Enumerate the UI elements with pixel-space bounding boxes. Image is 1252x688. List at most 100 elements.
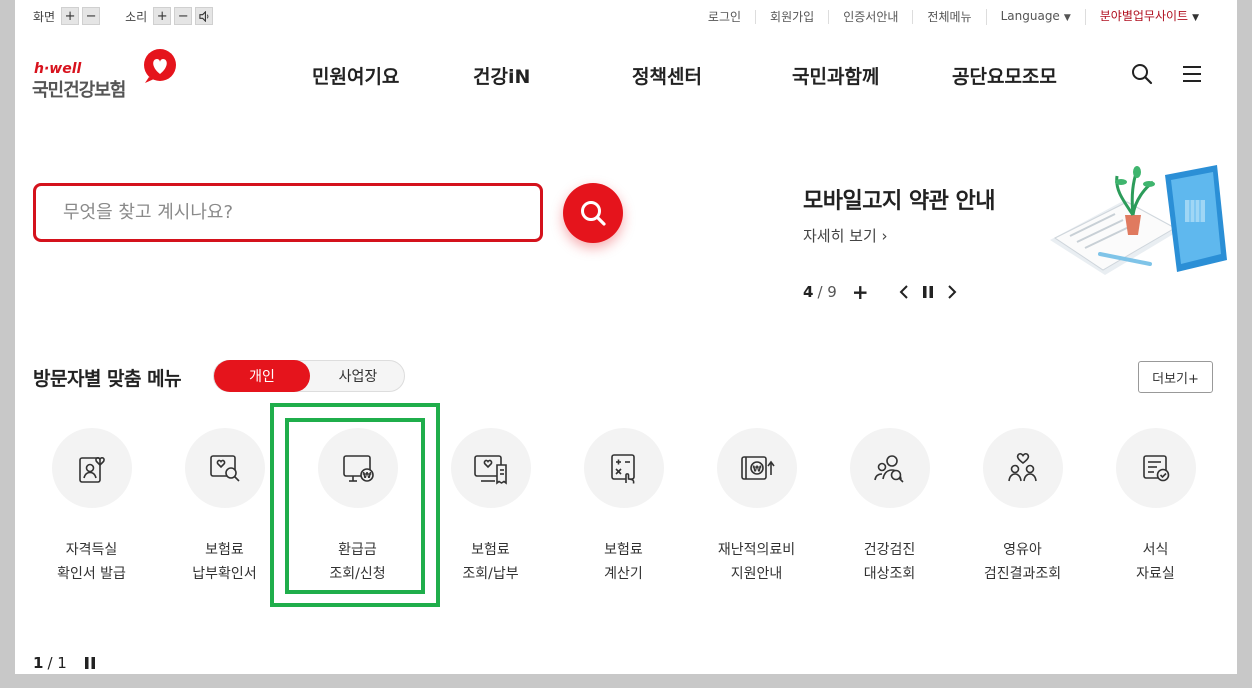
menu-item-refund[interactable]: ₩ 환급금 조회/신청 bbox=[291, 428, 424, 586]
menu-item-forms[interactable]: 서식 자료실 bbox=[1089, 428, 1222, 586]
certificate-guide-link[interactable]: 인증서안내 bbox=[828, 10, 912, 24]
family-heart-icon bbox=[1007, 452, 1037, 482]
menu-item-line2: 조회/납부 bbox=[462, 566, 519, 582]
menu-item-line2: 조회/신청 bbox=[329, 566, 386, 582]
menu-item-line2: 계산기 bbox=[604, 566, 643, 582]
sound-label: 소리 bbox=[125, 9, 148, 24]
menu-item-circle bbox=[1115, 428, 1196, 508]
banner-plus-button[interactable]: + bbox=[852, 280, 869, 304]
menu-item-line2: 지원안내 bbox=[730, 566, 783, 582]
svg-text:₩: ₩ bbox=[752, 465, 761, 474]
chevron-left-icon bbox=[899, 285, 908, 299]
menu-pause-button[interactable] bbox=[84, 657, 95, 669]
pause-icon bbox=[84, 657, 95, 669]
caret-down-icon: ▼ bbox=[1063, 13, 1071, 23]
menu-item-circle bbox=[849, 428, 930, 508]
people-search-icon bbox=[873, 455, 904, 483]
business-sites-label: 분야별업무사이트 bbox=[1099, 9, 1189, 23]
menu-item-premium-payment[interactable]: 보험료 조회/납부 bbox=[424, 428, 557, 586]
banner-title[interactable]: 모바일고지 약관 안내 bbox=[803, 183, 995, 215]
menu-item-line2: 검진결과조회 bbox=[983, 566, 1062, 582]
calculator-icon bbox=[610, 454, 635, 484]
menu-item-circle bbox=[450, 428, 531, 508]
monitor-refund-icon: ₩ bbox=[342, 455, 374, 482]
menu-current-page: 1 bbox=[33, 654, 44, 672]
banner-next-button[interactable] bbox=[947, 285, 957, 299]
menu-item-calculator[interactable]: 보험료 계산기 bbox=[557, 428, 690, 586]
pause-icon bbox=[922, 286, 933, 298]
money-support-icon: ₩ bbox=[740, 456, 775, 480]
business-sites-select[interactable]: 분야별업무사이트 ▼ bbox=[1084, 9, 1213, 25]
menu-item-line1: 재난적의료비 bbox=[717, 542, 796, 558]
tab-personal[interactable]: 개인 bbox=[214, 360, 310, 392]
caret-down-icon: ▼ bbox=[1192, 13, 1199, 23]
menu-item-payment-certificate[interactable]: 보험료 납부확인서 bbox=[158, 428, 291, 586]
menu-item-line1: 환급금 bbox=[338, 542, 377, 558]
screen-zoom-out-button[interactable]: − bbox=[82, 7, 101, 25]
all-menu-link[interactable]: 전체메뉴 bbox=[912, 10, 985, 24]
menu-item-circle bbox=[583, 428, 664, 508]
chevron-right-icon bbox=[947, 285, 956, 299]
search-button[interactable] bbox=[563, 183, 623, 243]
nav-with-people[interactable]: 국민과함께 bbox=[792, 62, 902, 89]
menu-item-health-checkup[interactable]: 건강검진 대상조회 bbox=[823, 428, 956, 586]
menu-item-line1: 자격득실 bbox=[65, 542, 118, 558]
banner-total-pages: / 9 bbox=[817, 283, 837, 301]
language-select[interactable]: Language ▼ bbox=[985, 9, 1085, 25]
menu-item-line2: 납부확인서 bbox=[192, 566, 257, 582]
screen-zoom-in-button[interactable]: + bbox=[61, 7, 80, 25]
menu-pager: 1 / 1 bbox=[33, 654, 95, 672]
visitor-type-toggle: 개인 사업장 bbox=[213, 360, 405, 392]
menu-item-circle bbox=[184, 428, 265, 508]
accessibility-controls: 화면 + − 소리 + − bbox=[33, 7, 216, 25]
menu-item-line1: 보험료 bbox=[205, 542, 244, 558]
logo-en: h·well bbox=[34, 61, 82, 77]
hamburger-menu-icon[interactable] bbox=[1182, 65, 1202, 83]
heart-logo-icon bbox=[144, 49, 176, 83]
menu-item-line2: 대상조회 bbox=[863, 566, 916, 582]
login-link[interactable]: 로그인 bbox=[694, 10, 755, 24]
nav-civil-service[interactable]: 민원여기요 bbox=[312, 62, 432, 89]
banner-controls: 4 / 9 + bbox=[803, 280, 957, 304]
menu-item-circle: ₩ bbox=[716, 428, 797, 508]
screen-size-label: 화면 bbox=[33, 9, 56, 24]
search-document-icon bbox=[209, 455, 240, 482]
nav-about-nhis[interactable]: 공단요모조모 bbox=[952, 62, 1082, 89]
search-icon[interactable] bbox=[1131, 63, 1153, 85]
menu-item-line1: 영유아 bbox=[1003, 542, 1042, 558]
banner-prev-button[interactable] bbox=[899, 285, 909, 299]
visitor-menu-title: 방문자별 맞춤 메뉴 bbox=[33, 368, 182, 390]
menu-item-line1: 보험료 bbox=[604, 542, 643, 558]
signup-link[interactable]: 회원가입 bbox=[755, 10, 828, 24]
menu-item-circle bbox=[982, 428, 1063, 508]
tab-business[interactable]: 사업장 bbox=[310, 361, 406, 391]
logo[interactable]: h·well 국민건강보험 bbox=[31, 48, 181, 101]
menu-item-line1: 보험료 bbox=[471, 542, 510, 558]
nav-health-in[interactable]: 건강iN bbox=[473, 62, 573, 89]
language-label: Language bbox=[1000, 9, 1060, 23]
menu-item-catastrophic-medical[interactable]: ₩ 재난적의료비 지원안내 bbox=[690, 428, 823, 586]
menu-item-qualification[interactable]: 자격득실 확인서 발급 bbox=[25, 428, 158, 586]
sound-down-button[interactable]: − bbox=[174, 7, 193, 25]
search-input[interactable] bbox=[33, 183, 543, 242]
banner-more-link[interactable]: 자세히 보기 › bbox=[803, 225, 888, 246]
banner-current-page: 4 bbox=[803, 283, 814, 301]
menu-item-line1: 건강검진 bbox=[863, 542, 916, 558]
menu-item-infant-checkup[interactable]: 영유아 검진결과조회 bbox=[956, 428, 1089, 586]
nav-policy-center[interactable]: 정책센터 bbox=[632, 62, 732, 89]
form-check-icon bbox=[1142, 455, 1169, 482]
svg-text:₩: ₩ bbox=[362, 471, 371, 480]
mobile-document-illustration-icon bbox=[1050, 165, 1227, 275]
search-icon bbox=[581, 201, 606, 226]
speaker-icon[interactable] bbox=[195, 7, 214, 25]
monitor-receipt-icon bbox=[473, 455, 507, 485]
banner-pause-button[interactable] bbox=[922, 286, 933, 298]
logo-kr: 국민건강보험 bbox=[32, 80, 126, 101]
menu-item-line2: 자료실 bbox=[1136, 566, 1175, 582]
menu-item-line1: 서식 bbox=[1142, 542, 1169, 558]
sound-up-button[interactable]: + bbox=[153, 7, 172, 25]
more-button[interactable]: 더보기+ bbox=[1138, 361, 1213, 393]
menu-item-circle bbox=[51, 428, 132, 508]
utility-links: 로그인 회원가입 인증서안내 전체메뉴 Language ▼ 분야별업무사이트 ▼ bbox=[694, 9, 1213, 25]
menu-item-line2: 확인서 발급 bbox=[57, 566, 126, 582]
